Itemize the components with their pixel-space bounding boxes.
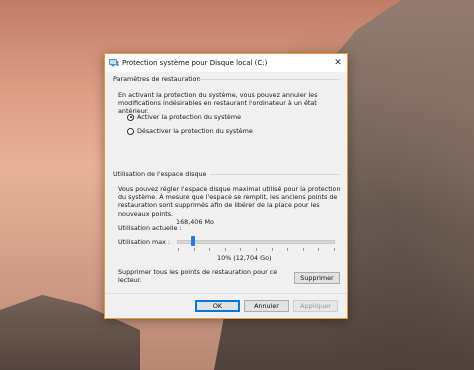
radio-disable-label: Désactiver la protection du système bbox=[137, 127, 253, 135]
slider-tick bbox=[193, 248, 195, 251]
radio-enable-protection[interactable]: Activer la protection du système bbox=[127, 113, 241, 121]
slider-tick bbox=[209, 248, 211, 251]
max-usage-slider-track[interactable] bbox=[177, 240, 335, 244]
slider-tick bbox=[271, 248, 273, 251]
group-divider bbox=[210, 174, 340, 175]
delete-button[interactable]: Supprimer bbox=[294, 272, 340, 284]
group-divider bbox=[198, 79, 340, 80]
current-usage-label: Utilisation actuelle : bbox=[118, 224, 182, 232]
radio-disable-protection[interactable]: Désactiver la protection du système bbox=[127, 127, 253, 135]
radio-button-checked[interactable] bbox=[127, 113, 134, 121]
slider-tick bbox=[224, 248, 226, 251]
max-usage-slider-thumb[interactable] bbox=[190, 236, 195, 246]
slider-tick bbox=[318, 248, 320, 251]
computer-icon bbox=[109, 59, 119, 67]
slider-tick bbox=[178, 248, 179, 251]
title-bar: Protection système pour Disque local (C:… bbox=[105, 54, 347, 72]
ok-button[interactable]: OK bbox=[195, 300, 240, 312]
system-protection-dialog: Protection système pour Disque local (C:… bbox=[104, 53, 348, 319]
restore-description: En activant la protection du système, vo… bbox=[118, 91, 318, 116]
apply-button[interactable]: Appliquer bbox=[293, 300, 338, 312]
max-usage-value: 10% (12,704 Go) bbox=[217, 254, 272, 262]
restore-settings-heading: Paramètres de restauration bbox=[113, 75, 201, 83]
delete-restore-points-text: Supprimer tous les points de restauratio… bbox=[118, 268, 278, 285]
max-usage-label: Utilisation max : bbox=[118, 238, 171, 246]
cancel-button[interactable]: Annuler bbox=[244, 300, 289, 312]
slider-ticks bbox=[178, 248, 335, 251]
slider-tick bbox=[287, 248, 289, 251]
radio-button-unchecked[interactable] bbox=[127, 127, 134, 135]
slider-tick bbox=[256, 248, 257, 251]
dialog-title: Protection système pour Disque local (C:… bbox=[122, 59, 268, 67]
slider-tick bbox=[302, 248, 304, 251]
disk-description: Vous pouvez régler l'espace disque maxim… bbox=[118, 185, 341, 218]
radio-enable-label: Activer la protection du système bbox=[137, 113, 242, 121]
current-usage-value: 168,406 Mo bbox=[176, 218, 214, 226]
slider-tick bbox=[240, 248, 242, 251]
slider-tick bbox=[334, 248, 335, 251]
close-icon: ✕ bbox=[334, 58, 342, 68]
dialog-footer: OK Annuler Appliquer bbox=[105, 293, 347, 318]
disk-usage-heading: Utilisation de l'espace disque bbox=[113, 170, 207, 178]
close-button[interactable]: ✕ bbox=[331, 56, 345, 70]
